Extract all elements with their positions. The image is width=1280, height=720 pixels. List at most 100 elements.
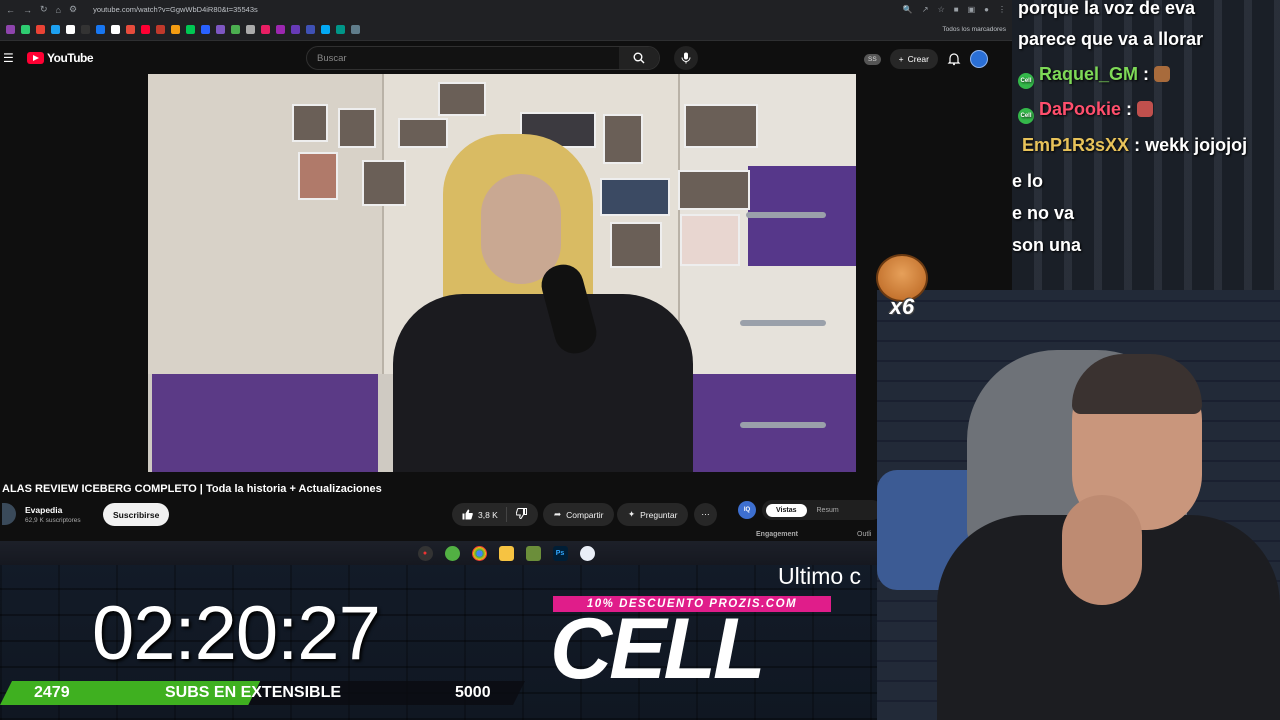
home-icon[interactable]: ⌂ (56, 5, 61, 15)
thumbs-down-icon (515, 508, 527, 520)
search-box (306, 46, 660, 70)
video-scene-drawer-left (152, 374, 378, 472)
address-bar: ← → ↻ ⌂ ⚙ youtube.com/watch?v=GgwWbD4iR8… (0, 0, 1012, 19)
bookmark-favicon-icon[interactable] (276, 25, 285, 34)
bookmark-favicon-icon[interactable] (126, 25, 135, 34)
profile-icon[interactable]: ● (984, 5, 989, 14)
bookmark-favicon-icon[interactable] (21, 25, 30, 34)
extension-icon[interactable]: ■ (954, 5, 959, 14)
all-bookmarks-link[interactable]: Todos los marcadores (942, 26, 1006, 33)
bookmark-favicon-icon[interactable] (306, 25, 315, 34)
tab-resumen[interactable]: Resum (807, 504, 849, 517)
search-input[interactable] (307, 47, 607, 69)
youtube-logo[interactable]: YouTube (27, 51, 94, 65)
emote-icon (1154, 66, 1171, 82)
video-scene-photo (292, 104, 328, 142)
reload-icon[interactable]: ↻ (40, 4, 48, 15)
subs-target: 5000 (455, 684, 491, 701)
video-scene-handle (740, 422, 826, 428)
emote-icon (1137, 101, 1154, 117)
bookmark-favicon-icon[interactable] (336, 25, 345, 34)
channel-avatar[interactable] (2, 503, 16, 525)
bookmark-favicon-icon[interactable] (6, 25, 15, 34)
share-page-icon[interactable]: ↗ (922, 5, 929, 14)
account-avatar[interactable] (969, 50, 988, 68)
bookmark-favicon-icon[interactable] (36, 25, 45, 34)
xbox-icon[interactable] (444, 545, 460, 561)
emote-sticker: x6 (876, 254, 928, 326)
ask-button[interactable]: ✦ Preguntar (617, 503, 689, 526)
dislike-button[interactable] (507, 508, 536, 521)
promo-banner: 10% DESCUENTO PROZIS.COM (553, 596, 831, 612)
folder-icon[interactable] (498, 545, 514, 561)
share-button[interactable]: ➦ Compartir (543, 503, 615, 526)
bookmark-favicon-icon[interactable] (351, 25, 360, 34)
video-title: ALAS REVIEW ICEBERG COMPLETO | Toda la h… (2, 483, 382, 495)
subscribe-button[interactable]: Suscribirse (103, 503, 170, 526)
bookmark-favicon-icon[interactable] (201, 25, 210, 34)
youtube-header: ☰ YouTube SS + Crear (0, 41, 1012, 75)
share-label: Compartir (566, 509, 604, 520)
bookmark-favicon-icon[interactable] (321, 25, 330, 34)
bookmark-favicon-icon[interactable] (186, 25, 195, 34)
minecraft-icon[interactable] (525, 545, 541, 561)
search-button[interactable] (619, 47, 659, 69)
menu-dots-icon[interactable]: ⋮ (998, 5, 1006, 14)
ask-label: Preguntar (640, 509, 678, 520)
forward-icon[interactable]: → (23, 5, 32, 15)
obs-icon[interactable]: ● (417, 545, 433, 561)
create-button[interactable]: + Crear (889, 49, 938, 69)
like-dislike-group: 3,8 K (452, 503, 538, 526)
bookmark-favicon-icon[interactable] (66, 25, 75, 34)
chrome-icon[interactable] (471, 545, 487, 561)
bookmark-favicon-icon[interactable] (156, 25, 165, 34)
bookmarks-bar: Todos los marcadores (0, 19, 1012, 41)
bookmark-favicon-icon[interactable] (216, 25, 225, 34)
extensions-puzzle-icon[interactable]: ▣ (968, 5, 976, 14)
bookmark-favicon-icon[interactable] (246, 25, 255, 34)
streamer-webcam (877, 290, 1280, 720)
video-scene-handle (740, 320, 826, 326)
bookmark-favicon-icon[interactable] (171, 25, 180, 34)
subathon-timer: 02:20:27 (92, 591, 381, 676)
like-button[interactable]: 3,8 K (452, 507, 507, 522)
paint-icon[interactable] (579, 545, 595, 561)
chat-username: Raquel_GM (1039, 64, 1139, 84)
bookmark-favicon-icon[interactable] (81, 25, 90, 34)
toolbar-icons: 🔍 ↗ ☆ ■ ▣ ● ⋮ (903, 5, 1006, 14)
more-actions-button[interactable]: ⋯ (694, 503, 717, 526)
browser-window: ← → ↻ ⌂ ⚙ youtube.com/watch?v=GgwWbD4iR8… (0, 0, 1012, 565)
bookmark-favicon-icon[interactable] (51, 25, 60, 34)
video-player[interactable] (148, 74, 856, 472)
star-icon[interactable]: ☆ (938, 5, 945, 14)
bookmark-favicon-icon[interactable] (261, 25, 270, 34)
engagement-label: Engagement (756, 531, 799, 538)
menu-icon[interactable]: ☰ (3, 51, 14, 65)
more-dots-icon: ⋯ (701, 509, 710, 519)
create-label: Crear (907, 54, 929, 64)
video-scene-handle (746, 212, 826, 218)
bell-icon[interactable] (947, 52, 961, 66)
bookmark-favicon-icon[interactable] (141, 25, 150, 34)
back-icon[interactable]: ← (6, 5, 15, 15)
share-icon: ➦ (554, 509, 562, 519)
zoom-icon[interactable]: 🔍 (903, 5, 913, 14)
header-actions: SS + Crear (864, 49, 988, 69)
youtube-play-icon (27, 52, 44, 64)
taskbar: ● Ps (0, 541, 1012, 565)
voice-search-button[interactable] (674, 46, 698, 70)
chat-message: Cell Raquel_GM : (1018, 64, 1171, 89)
channel-name[interactable]: Evapedia (25, 505, 62, 515)
photoshop-icon[interactable]: Ps (552, 545, 568, 561)
ss-badge[interactable]: SS (864, 53, 881, 65)
site-info-icon[interactable]: ⚙ (69, 4, 77, 15)
bookmark-favicon-icon[interactable] (111, 25, 120, 34)
bookmark-favicon-icon[interactable] (96, 25, 105, 34)
video-scene-photo (438, 82, 486, 116)
bookmark-favicon-icon[interactable] (291, 25, 300, 34)
url-field[interactable]: youtube.com/watch?v=GgwWbD4iR80&t=35543s (93, 5, 895, 14)
insights-tabs: Vistas Resum (762, 500, 882, 520)
bookmark-favicon-icon[interactable] (231, 25, 240, 34)
tab-vistas[interactable]: Vistas (766, 503, 807, 517)
insights-extension-icon[interactable]: IQ (738, 501, 756, 519)
